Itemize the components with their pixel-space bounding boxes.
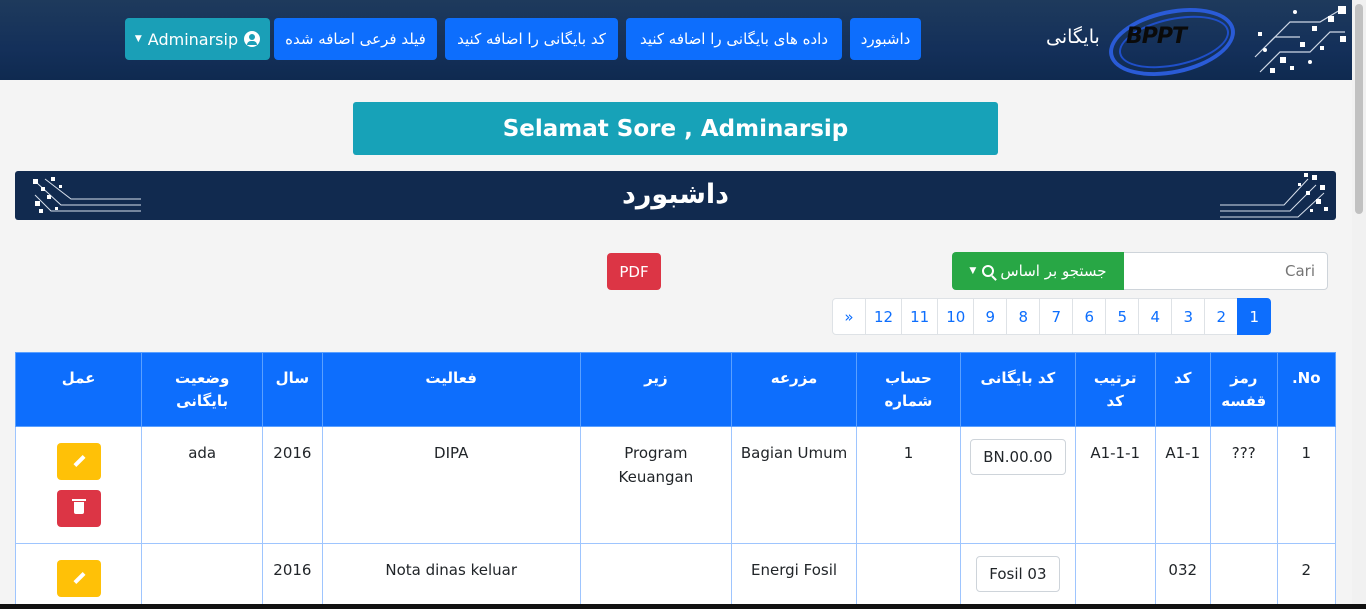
- col-header-status: وضعیت بایگانی: [141, 352, 264, 427]
- nav-dashboard-button[interactable]: داشبورد: [850, 18, 921, 60]
- cell-no: 2: [1276, 543, 1337, 609]
- col-header-account: حساب شماره: [856, 352, 961, 427]
- user-circle-icon: [244, 31, 261, 47]
- vertical-scrollbar[interactable]: [1352, 0, 1366, 609]
- cell-code-order: A1-1-1: [1074, 426, 1156, 544]
- page-10[interactable]: 10: [937, 298, 975, 335]
- nav-add-archive-data-button[interactable]: داده های بایگانی را اضافه کنید: [626, 18, 842, 60]
- page-7[interactable]: 7: [1039, 298, 1074, 335]
- search-input[interactable]: [1123, 252, 1328, 290]
- cell-account: [856, 543, 961, 609]
- pagination: » 12 11 10 9 8 7 6 5 4 3 2 1: [832, 298, 1272, 335]
- circuit-decoration-icon: [1254, 6, 1346, 73]
- cell-field: Bagian Umum: [731, 426, 858, 544]
- col-header-shelf: رمز قفسه: [1209, 352, 1278, 427]
- cell-code: A1-1: [1154, 426, 1211, 544]
- col-header-code: کد: [1154, 352, 1211, 427]
- cell-sub: Program Keuangan: [579, 426, 733, 544]
- page-1-active[interactable]: 1: [1237, 298, 1272, 335]
- section-banner: داشبورد: [15, 171, 1336, 220]
- page-3[interactable]: 3: [1171, 298, 1206, 335]
- scrollbar-thumb[interactable]: [1355, 4, 1363, 214]
- cell-no: 1: [1276, 426, 1337, 544]
- col-header-sub: زیر: [579, 352, 733, 427]
- cell-account: 1: [856, 426, 961, 544]
- col-header-code-order: ترتیب کد: [1074, 352, 1156, 427]
- search-by-dropdown-button[interactable]: ▼ جستجو بر اساس: [952, 252, 1124, 290]
- page-12[interactable]: 12: [865, 298, 903, 335]
- cell-activity: DIPA: [321, 426, 581, 544]
- page-6[interactable]: 6: [1072, 298, 1107, 335]
- page-9[interactable]: 9: [973, 298, 1008, 335]
- page-4[interactable]: 4: [1138, 298, 1173, 335]
- circuit-decoration-icon: [1220, 173, 1328, 218]
- cell-archive-code: BN.00.00: [959, 426, 1076, 544]
- edit-button[interactable]: [56, 443, 101, 480]
- cell-shelf: ???: [1209, 426, 1278, 544]
- cell-actions: [14, 426, 143, 544]
- col-header-field: مزرعه: [731, 352, 858, 427]
- archive-code-badge: BN.00.00: [970, 439, 1066, 475]
- col-header-no: No.: [1276, 352, 1337, 427]
- cell-code: 032: [1154, 543, 1211, 609]
- cell-year: 2016: [262, 426, 323, 544]
- nav-add-subfield-button[interactable]: فیلد فرعی اضافه شده: [274, 18, 437, 60]
- caret-down-icon: ▼: [134, 34, 142, 44]
- cell-field: Energi Fosil: [731, 543, 858, 609]
- cell-sub: [579, 543, 733, 609]
- col-header-activity: فعالیت: [321, 352, 581, 427]
- page-2[interactable]: 2: [1204, 298, 1239, 335]
- pencil-icon: [73, 571, 86, 585]
- table-row: 2 032 Fosil 03 Energi Fosil Nota dinas k…: [14, 543, 1337, 609]
- table-header-row: No. رمز قفسه کد ترتیب کد کد بایگانی حساب…: [14, 352, 1337, 427]
- cell-status: [141, 543, 264, 609]
- col-header-action: عمل: [14, 352, 143, 427]
- page-8[interactable]: 8: [1006, 298, 1041, 335]
- page-5[interactable]: 5: [1105, 298, 1140, 335]
- search-icon: [982, 265, 995, 277]
- greeting-banner: Selamat Sore , Adminarsip: [353, 102, 998, 155]
- user-name: Adminarsip: [147, 29, 239, 49]
- brand-name[interactable]: بایگانی: [1046, 26, 1100, 48]
- cell-shelf: [1209, 543, 1278, 609]
- page-next[interactable]: »: [832, 298, 866, 335]
- top-navbar: BPPT بایگانی داشبورد داده های بایگانی را…: [0, 0, 1352, 87]
- delete-button[interactable]: [56, 490, 101, 527]
- trash-icon: [71, 499, 86, 514]
- page-title: داشبورد: [621, 179, 729, 210]
- table-row: 1 ??? A1-1 A1-1-1 BN.00.00 1 Bagian Umum…: [14, 426, 1337, 544]
- page-11[interactable]: 11: [901, 298, 939, 335]
- col-header-archive-code: کد بایگانی: [959, 352, 1076, 427]
- search-by-label: جستجو بر اساس: [1000, 262, 1107, 280]
- col-header-year: سال: [262, 352, 323, 427]
- cell-code-order: [1074, 543, 1156, 609]
- bottom-edge: [0, 604, 1366, 609]
- cell-archive-code: Fosil 03: [959, 543, 1076, 609]
- pencil-icon: [73, 454, 86, 468]
- logo-text: BPPT: [1126, 24, 1187, 49]
- edit-button[interactable]: [56, 560, 101, 597]
- nav-add-archive-code-button[interactable]: کد بایگانی را اضافه کنید: [445, 18, 618, 60]
- archive-table: No. رمز قفسه کد ترتیب کد کد بایگانی حساب…: [14, 352, 1337, 609]
- bppt-logo[interactable]: BPPT: [1102, 0, 1242, 87]
- cell-status: ada: [141, 426, 264, 544]
- user-dropdown-button[interactable]: ▼ Adminarsip: [125, 18, 270, 60]
- caret-down-icon: ▼: [969, 266, 977, 276]
- cell-activity: Nota dinas keluar: [321, 543, 581, 609]
- cell-year: 2016: [262, 543, 323, 609]
- cell-actions: [14, 543, 143, 609]
- archive-code-badge: Fosil 03: [976, 556, 1060, 592]
- pdf-export-button[interactable]: PDF: [607, 253, 661, 290]
